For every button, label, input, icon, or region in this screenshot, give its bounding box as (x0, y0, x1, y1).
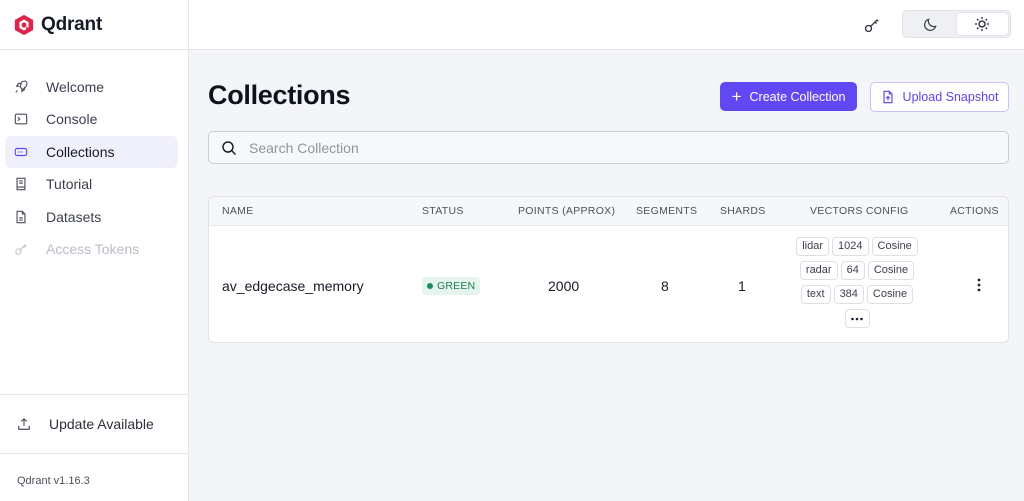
vector-name-chip: radar (799, 261, 838, 280)
vector-size-chip: 1024 (832, 237, 869, 256)
sidebar-nav: Welcome Console Collections Tutorial Dat… (0, 50, 188, 265)
file-upload-icon (881, 90, 895, 104)
upload-icon (17, 417, 31, 431)
points-value: 2000 (548, 277, 580, 294)
sidebar: Qdrant Welcome Console Collections Tutor… (0, 0, 189, 501)
vectors-config: lidar 1024 Cosine radar 64 Cosine text 3… (796, 237, 918, 328)
file-icon (14, 210, 28, 224)
status-cell: GREEN (422, 227, 481, 342)
column-header-vectors-config: VECTORS CONFIG (810, 205, 909, 217)
shards-value: 1 (738, 277, 746, 294)
vector-distance-chip: Cosine (871, 237, 918, 256)
search-icon (221, 140, 237, 156)
column-header-shards: SHARDS (720, 205, 766, 217)
moon-icon (924, 17, 937, 31)
sidebar-item-label: Access Tokens (46, 240, 140, 257)
sidebar-item-welcome[interactable]: Welcome (5, 71, 178, 103)
table-row[interactable]: av_edgecase_memory GREEN 2000 8 1 lidar … (209, 227, 1008, 342)
page-title: Collections (208, 80, 351, 110)
status-label: GREEN (437, 279, 476, 292)
more-vertical-icon (977, 278, 981, 292)
collection-name[interactable]: av_edgecase_memory (222, 227, 364, 342)
version-label: Qdrant v1.16.3 (17, 475, 90, 487)
sidebar-item-label: Welcome (46, 79, 105, 95)
search-input[interactable] (249, 139, 949, 156)
sidebar-item-label: Tutorial (46, 176, 93, 193)
plus-icon: + (731, 87, 742, 106)
update-available-button[interactable]: Update Available (0, 395, 188, 454)
vector-size-chip: 384 (833, 285, 864, 304)
dark-mode-button[interactable] (905, 13, 957, 35)
sidebar-item-access-tokens: Access Tokens (5, 233, 178, 265)
terminal-icon (14, 112, 28, 126)
table-header: NAME STATUS POINTS (APPROX) SEGMENTS SHA… (209, 197, 1008, 226)
collections-table: NAME STATUS POINTS (APPROX) SEGMENTS SHA… (208, 196, 1009, 343)
column-header-status: STATUS (422, 205, 464, 217)
api-key-button[interactable] (861, 14, 883, 36)
vector-config-row: text 384 Cosine (800, 285, 914, 304)
more-horizontal-icon (851, 317, 863, 320)
sidebar-item-label: Datasets (46, 208, 102, 225)
column-header-segments: SEGMENTS (636, 205, 698, 217)
topbar (189, 0, 1024, 50)
upload-snapshot-label: Upload Snapshot (902, 90, 999, 104)
brand-name: Qdrant (41, 13, 103, 35)
search-bar (208, 131, 1009, 164)
rocket-icon (14, 80, 28, 94)
sidebar-item-label: Collections (46, 143, 115, 160)
column-header-actions: ACTIONS (950, 205, 999, 217)
row-actions-button[interactable] (969, 275, 989, 295)
vector-name-chip: text (800, 285, 831, 304)
column-header-points: POINTS (APPROX) (518, 205, 616, 217)
collections-icon (14, 145, 28, 159)
sun-icon (975, 17, 990, 31)
vector-config-row: lidar 1024 Cosine (796, 237, 918, 256)
key-icon (14, 242, 28, 256)
theme-toggle (902, 10, 1011, 38)
vector-name-chip: lidar (796, 237, 830, 256)
segments-value: 8 (661, 277, 669, 294)
column-header-name: NAME (222, 205, 254, 217)
sidebar-item-collections[interactable]: Collections (5, 135, 178, 168)
sidebar-item-console[interactable]: Console (5, 103, 178, 135)
vector-distance-chip: Cosine (866, 285, 914, 304)
status-badge: GREEN (422, 276, 481, 295)
update-label: Update Available (49, 416, 154, 432)
sidebar-item-datasets[interactable]: Datasets (5, 201, 178, 233)
vector-config-row: radar 64 Cosine (799, 261, 915, 280)
vector-distance-chip: Cosine (867, 261, 915, 280)
light-mode-button[interactable] (956, 13, 1008, 35)
more-vectors-button[interactable] (844, 309, 870, 328)
create-collection-label: Create Collection (749, 89, 846, 104)
status-dot-icon (427, 282, 433, 289)
key-icon (864, 19, 879, 33)
create-collection-button[interactable]: + Create Collection (720, 82, 857, 111)
vector-size-chip: 64 (840, 261, 865, 280)
qdrant-logo-icon (14, 14, 34, 35)
book-icon (14, 177, 28, 191)
sidebar-item-label: Console (46, 111, 98, 128)
sidebar-item-tutorial[interactable]: Tutorial (5, 168, 178, 200)
sidebar-footer: Update Available (0, 394, 188, 454)
brand[interactable]: Qdrant (0, 0, 188, 50)
upload-snapshot-button[interactable]: Upload Snapshot (870, 82, 1009, 112)
